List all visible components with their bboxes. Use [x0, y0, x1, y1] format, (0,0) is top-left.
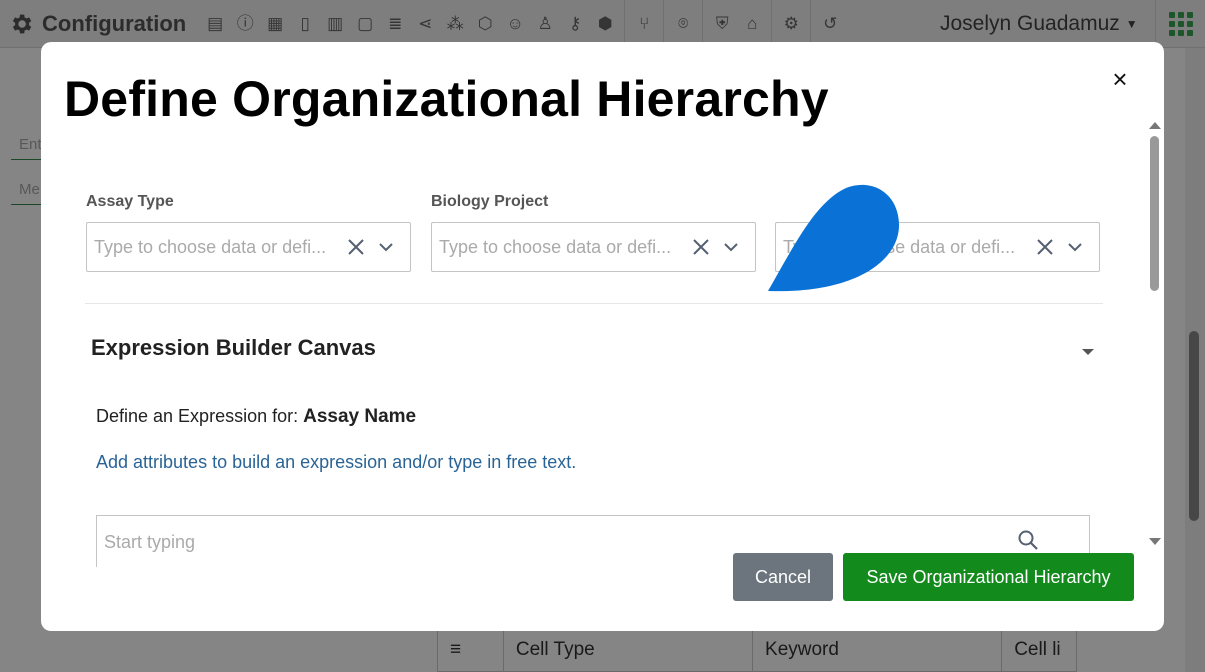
divider [85, 303, 1103, 304]
expression-target-line: Define an Expression for: Assay Name [96, 406, 416, 428]
assay-type-label: Assay Type [86, 193, 174, 210]
chevron-down-icon[interactable] [377, 236, 395, 258]
assay-type-select[interactable] [86, 222, 411, 272]
scroll-down-arrow-icon[interactable] [1149, 538, 1161, 545]
biology-project-label: Biology Project [431, 193, 549, 210]
assay-type-input[interactable] [94, 235, 334, 259]
save-organizational-hierarchy-button[interactable]: Save Organizational Hierarchy [843, 553, 1134, 601]
dialog-scrollbar[interactable] [1144, 118, 1164, 550]
cancel-button[interactable]: Cancel [733, 553, 833, 601]
chevron-down-icon[interactable] [722, 236, 740, 258]
add-attributes-link[interactable]: Add attributes to build an expression an… [96, 452, 576, 473]
search-icon[interactable] [1017, 529, 1039, 551]
scroll-up-arrow-icon[interactable] [1149, 122, 1161, 129]
location-marker-icon [768, 184, 900, 292]
clear-icon[interactable] [690, 235, 712, 259]
biology-project-input[interactable] [439, 235, 679, 259]
clear-icon[interactable] [345, 235, 367, 259]
expression-search-input[interactable] [104, 530, 984, 554]
expression-prefix: Define an Expression for: [96, 406, 304, 426]
expression-builder-title: Expression Builder Canvas [91, 335, 376, 360]
chevron-down-icon[interactable] [1066, 236, 1084, 258]
scrollbar-thumb[interactable] [1150, 136, 1159, 291]
caret-down-icon[interactable] [1081, 344, 1095, 355]
dialog-title: Define Organizational Hierarchy [64, 71, 829, 127]
biology-project-select[interactable] [431, 222, 756, 272]
clear-icon[interactable] [1034, 235, 1056, 259]
organizational-hierarchy-dialog: Define Organizational Hierarchy × Assay … [41, 42, 1164, 631]
close-button[interactable]: × [1109, 66, 1131, 92]
expression-target: Assay Name [303, 406, 417, 427]
